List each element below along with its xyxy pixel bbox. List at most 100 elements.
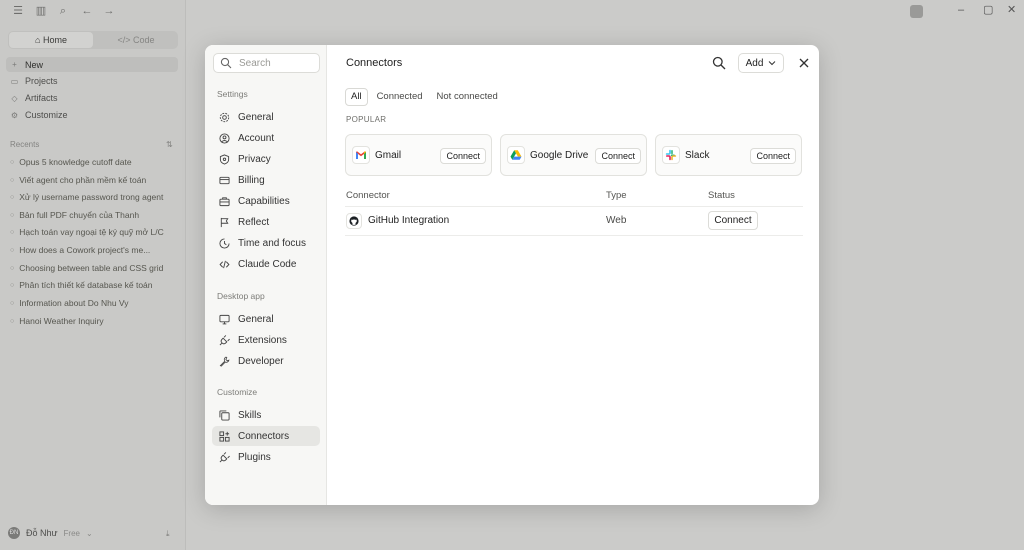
filter-tabs: All Connected Not connected (345, 88, 503, 106)
chat-icon: ○ (10, 193, 15, 201)
connect-button[interactable]: Connect (708, 211, 758, 230)
tab-not-connected[interactable]: Not connected (432, 88, 503, 106)
search-icon (220, 57, 232, 69)
table-divider (345, 206, 803, 207)
code-icon (219, 259, 230, 270)
recent-item[interactable]: ○ Hanoi Weather Inquiry (10, 315, 180, 327)
tab-all[interactable]: All (345, 88, 368, 106)
recent-item[interactable]: ○ Hạch toán vay ngoại tệ ký quỹ mở L/C (10, 226, 180, 238)
connector-name: Google Drive (530, 150, 589, 161)
collapse-icon[interactable]: ⇅ (166, 140, 173, 149)
close-window-icon[interactable]: ✕ (1007, 4, 1016, 16)
nav-item-capabilities[interactable]: Capabilities (212, 191, 320, 211)
group-label-customize: Customize (217, 387, 258, 397)
menu-icon[interactable]: ☰ (12, 5, 24, 17)
mode-code-button[interactable]: </> Code (95, 32, 177, 48)
column-header-connector: Connector (346, 190, 390, 201)
nav-item-time-and-focus[interactable]: Time and focus (212, 233, 320, 253)
connect-button[interactable]: Connect (750, 148, 796, 164)
connect-button[interactable]: Connect (440, 148, 486, 164)
mode-toggle: ⌂ Home </> Code (8, 31, 178, 49)
recent-item[interactable]: ○ Xử lý username password trong agent (10, 191, 180, 203)
github-icon (346, 213, 362, 229)
back-icon[interactable]: ← (81, 5, 93, 17)
customize-icon: ⚙ (10, 110, 19, 120)
recent-item[interactable]: ○ Information about Do Nhu Vy (10, 297, 180, 309)
nav-item-reflect[interactable]: Reflect (212, 212, 320, 232)
settings-nav: Settings General Account Privacy Billing… (205, 45, 327, 505)
sidebar-item-new[interactable]: + New (6, 57, 178, 72)
sidebar-item-customize[interactable]: ⚙ Customize (10, 108, 68, 122)
settings-search[interactable] (213, 53, 320, 73)
mode-home-button[interactable]: ⌂ Home (9, 32, 93, 48)
monitor-icon (219, 314, 230, 325)
connector-name: Gmail (375, 150, 402, 161)
nav-item-billing[interactable]: Billing (212, 170, 320, 190)
settings-search-input[interactable] (239, 57, 309, 69)
close-icon[interactable] (797, 56, 811, 70)
chat-icon: ○ (10, 299, 15, 307)
nav-item-claude-code[interactable]: Claude Code (212, 254, 320, 274)
recent-item[interactable]: ○ How does a Cowork project's me... (10, 244, 180, 256)
recent-item[interactable]: ○ Viết agent cho phần mềm kế toán (10, 174, 180, 186)
account-icon[interactable] (910, 5, 923, 18)
popular-card-gmail: Gmail Connect (345, 134, 492, 176)
popular-card-google-drive: Google Drive Connect (500, 134, 647, 176)
chat-icon: ○ (10, 211, 15, 219)
flag-icon (219, 217, 230, 228)
credit-card-icon (219, 175, 230, 186)
download-icon[interactable]: ⤓ (166, 529, 170, 539)
sidebar-item-artifacts[interactable]: ◇ Artifacts (10, 91, 57, 105)
avatar: ĐN (8, 527, 20, 539)
briefcase-icon (219, 196, 230, 207)
recent-item[interactable]: ○ Opus 5 knowledge cutoff date (10, 156, 180, 168)
plug-icon (219, 451, 230, 463)
folder-icon: ▭ (10, 76, 19, 86)
chat-icon: ○ (10, 246, 15, 254)
nav-item-privacy[interactable]: Privacy (212, 149, 320, 169)
recents-label: Recents (10, 140, 40, 149)
sidebar-toggle-icon[interactable]: ▥ (35, 5, 47, 17)
connector-name: Slack (685, 150, 710, 161)
artifacts-icon: ◇ (11, 93, 18, 103)
chevron-down-icon: ⌄ (86, 528, 93, 538)
forward-icon[interactable]: → (103, 5, 115, 17)
slack-icon (662, 146, 680, 164)
add-button[interactable]: Add (738, 53, 784, 73)
column-header-status: Status (708, 190, 735, 201)
google-drive-icon (507, 146, 525, 164)
nav-item-desktop-general[interactable]: General (212, 309, 320, 329)
gmail-icon (352, 146, 370, 164)
maximize-icon[interactable]: ▢ (983, 4, 993, 16)
search-icon[interactable]: ⌕ (57, 5, 69, 17)
recent-item[interactable]: ○ Phân tích thiết kế database kế toán (10, 279, 180, 291)
group-label-desktop-app: Desktop app (217, 291, 265, 301)
search-icon[interactable] (711, 55, 727, 71)
plug-icon (219, 334, 230, 346)
nav-item-plugins[interactable]: Plugins (212, 447, 320, 467)
title-bar: ☰ ▥ ⌕ ← → – ▢ ✕ (0, 0, 1024, 22)
nav-item-skills[interactable]: Skills (212, 405, 320, 425)
sidebar-item-projects[interactable]: ▭ Projects (10, 74, 58, 88)
nav-item-connectors[interactable]: Connectors (212, 426, 320, 446)
nav-item-developer[interactable]: Developer (212, 351, 320, 371)
recent-item[interactable]: ○ Bản full PDF chuyển của Thanh (10, 209, 180, 221)
nav-item-extensions[interactable]: Extensions (212, 330, 320, 350)
minimize-icon[interactable]: – (958, 4, 964, 16)
group-label-settings: Settings (217, 89, 248, 99)
user-profile[interactable]: ĐN Đỗ Như Free ⌄ (8, 527, 93, 539)
chat-icon: ○ (10, 281, 15, 289)
popular-label: POPULAR (346, 115, 387, 124)
page-title: Connectors (346, 57, 403, 69)
tab-connected[interactable]: Connected (372, 88, 428, 106)
settings-modal: Settings General Account Privacy Billing… (205, 45, 819, 505)
connect-button[interactable]: Connect (595, 148, 641, 164)
connector-name: GitHub Integration (368, 215, 450, 226)
column-header-type: Type (606, 190, 627, 201)
nav-item-account[interactable]: Account (212, 128, 320, 148)
grid-plus-icon (219, 430, 230, 442)
user-plan: Free (63, 528, 80, 538)
table-divider (345, 235, 803, 236)
nav-item-general[interactable]: General (212, 107, 320, 127)
recent-item[interactable]: ○ Choosing between table and CSS grid (10, 262, 180, 274)
